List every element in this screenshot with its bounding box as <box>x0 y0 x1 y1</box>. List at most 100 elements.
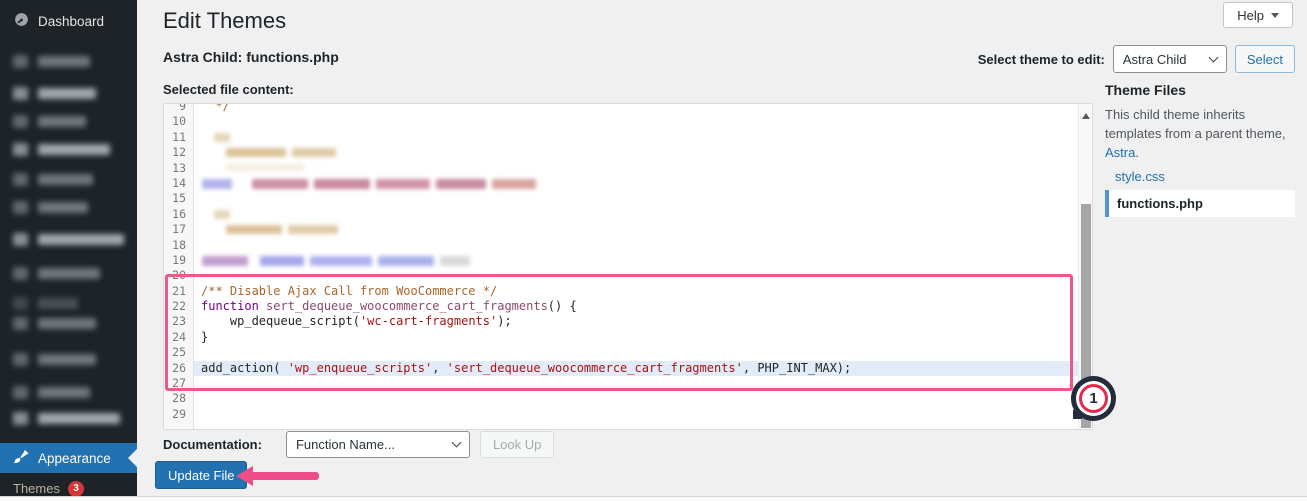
update-count-badge: 3 <box>68 481 84 497</box>
wordpress-theme-editor-screen: Dashboard Appearance Themes 3 Edit Theme… <box>0 0 1307 501</box>
annotation-arrow-left-icon <box>236 466 319 486</box>
appearance-brush-icon <box>14 449 29 467</box>
arrow-tail <box>253 472 319 480</box>
sidebar-subitem-label: Themes <box>13 481 60 496</box>
redacted-icon <box>13 55 28 68</box>
redacted-label <box>38 144 110 155</box>
sidebar-item-redacted[interactable] <box>0 52 137 70</box>
sidebar-item-redacted[interactable] <box>0 314 137 332</box>
code-line-18: 18 <box>164 238 1078 253</box>
main-content: Edit Themes Help Astra Child: functions.… <box>137 0 1307 501</box>
redacted-label <box>38 174 93 185</box>
redacted-icon <box>13 386 28 399</box>
redacted-code-block <box>252 179 308 189</box>
code-line-26: 26add_action( 'wp_enqueue_scripts', 'ser… <box>164 361 1078 376</box>
redacted-code-block <box>288 225 338 234</box>
sidebar-item-redacted[interactable] <box>0 383 137 401</box>
selected-file-content-label: Selected file content: <box>163 82 294 97</box>
redacted-label <box>38 88 96 99</box>
code-line-11: 11 <box>164 130 1078 145</box>
dashboard-icon <box>14 12 29 30</box>
marker-inner-circle: 1 <box>1076 381 1111 416</box>
theme-file-subtitle: Astra Child: functions.php <box>163 49 339 65</box>
annotation-marker-1: 1 <box>1071 376 1116 421</box>
sidebar-item-label: Dashboard <box>38 14 104 29</box>
update-file-button[interactable]: Update File <box>155 461 247 489</box>
theme-select-row: Select theme to edit: Astra Child Select <box>978 45 1295 73</box>
page-title: Edit Themes <box>163 8 286 34</box>
redacted-label <box>38 268 100 279</box>
redacted-code-block <box>440 256 470 266</box>
redacted-label <box>38 234 124 245</box>
documentation-dropdown[interactable]: Function Name... <box>286 431 470 458</box>
documentation-row: Documentation: Function Name... Look Up <box>163 431 554 458</box>
code-line-25: 25 <box>164 345 1078 360</box>
sidebar-item-dashboard[interactable]: Dashboard <box>0 8 137 34</box>
screenshot-bottom-edge <box>0 496 1307 501</box>
admin-sidebar: Dashboard Appearance Themes 3 <box>0 0 137 501</box>
theme-file-style.css[interactable]: style.css <box>1105 163 1295 190</box>
code-line-21: 21/** Disable Ajax Call from WooCommerce… <box>164 284 1078 299</box>
code-line-10: 10 <box>164 114 1078 129</box>
redacted-code-block <box>214 133 230 142</box>
parent-theme-link[interactable]: Astra <box>1105 145 1135 160</box>
help-button[interactable]: Help <box>1223 2 1293 28</box>
redacted-icon <box>13 412 28 425</box>
code-line-20: 20 <box>164 268 1078 283</box>
caret-down-icon <box>1271 13 1279 22</box>
redacted-label <box>38 413 120 424</box>
help-label: Help <box>1237 8 1264 23</box>
redacted-code-block <box>202 256 248 266</box>
redacted-icon <box>13 317 28 330</box>
sidebar-item-label: Appearance <box>38 451 111 466</box>
redacted-code-block <box>492 179 536 189</box>
select-theme-button[interactable]: Select <box>1235 45 1295 73</box>
redacted-code-block <box>292 148 336 157</box>
redacted-code-block <box>436 179 486 189</box>
redacted-icon <box>13 115 28 128</box>
theme-select-dropdown[interactable]: Astra Child <box>1113 45 1227 73</box>
description-text: This child theme inherits templates from… <box>1105 107 1286 141</box>
redacted-code-block <box>260 256 304 266</box>
redacted-code-block <box>202 179 232 189</box>
code-line-24: 24} <box>164 330 1078 345</box>
redacted-code-block <box>314 179 370 189</box>
redacted-icon <box>13 173 28 186</box>
code-line-22: 22function sert_dequeue_woocommerce_cart… <box>164 299 1078 314</box>
theme-files-title: Theme Files <box>1105 82 1186 98</box>
sidebar-item-redacted[interactable] <box>0 140 137 158</box>
sidebar-item-appearance[interactable]: Appearance <box>0 443 137 473</box>
redacted-code-block <box>226 148 286 157</box>
redacted-code-block <box>378 256 434 266</box>
sidebar-item-redacted[interactable] <box>0 409 137 427</box>
code-line-23: 23 wp_dequeue_script('wc-cart-fragments'… <box>164 314 1078 329</box>
sidebar-item-redacted[interactable] <box>0 112 137 130</box>
sidebar-item-redacted[interactable] <box>0 230 137 248</box>
sidebar-item-redacted[interactable] <box>0 170 137 188</box>
select-theme-label: Select theme to edit: <box>978 52 1105 67</box>
chevron-down-icon <box>1208 52 1218 62</box>
redacted-code-block <box>214 210 230 219</box>
redacted-icon <box>13 143 28 156</box>
redacted-icon <box>13 87 28 100</box>
chevron-down-icon <box>452 438 462 448</box>
code-editor[interactable]: 9 */101112131415161718192021/** Disable … <box>163 103 1093 430</box>
lookup-button[interactable]: Look Up <box>480 431 554 458</box>
redacted-label <box>38 354 96 365</box>
redacted-icon <box>13 267 28 280</box>
redacted-code-block <box>376 179 430 189</box>
code-line-27: 27 <box>164 376 1078 391</box>
redacted-icon <box>13 201 28 214</box>
sidebar-item-redacted[interactable] <box>0 350 137 368</box>
redacted-icon <box>13 353 28 366</box>
redacted-label <box>38 298 78 309</box>
sidebar-item-redacted[interactable] <box>0 264 137 282</box>
scroll-up-arrow-icon[interactable] <box>1082 109 1090 119</box>
sidebar-item-redacted[interactable] <box>0 198 137 216</box>
sidebar-item-redacted[interactable] <box>0 294 137 312</box>
code-line-29: 29 <box>164 407 1078 422</box>
redacted-code-block <box>226 164 304 171</box>
theme-file-functions.php[interactable]: functions.php <box>1105 190 1295 217</box>
sidebar-item-redacted[interactable] <box>0 84 137 102</box>
redacted-label <box>38 387 90 398</box>
